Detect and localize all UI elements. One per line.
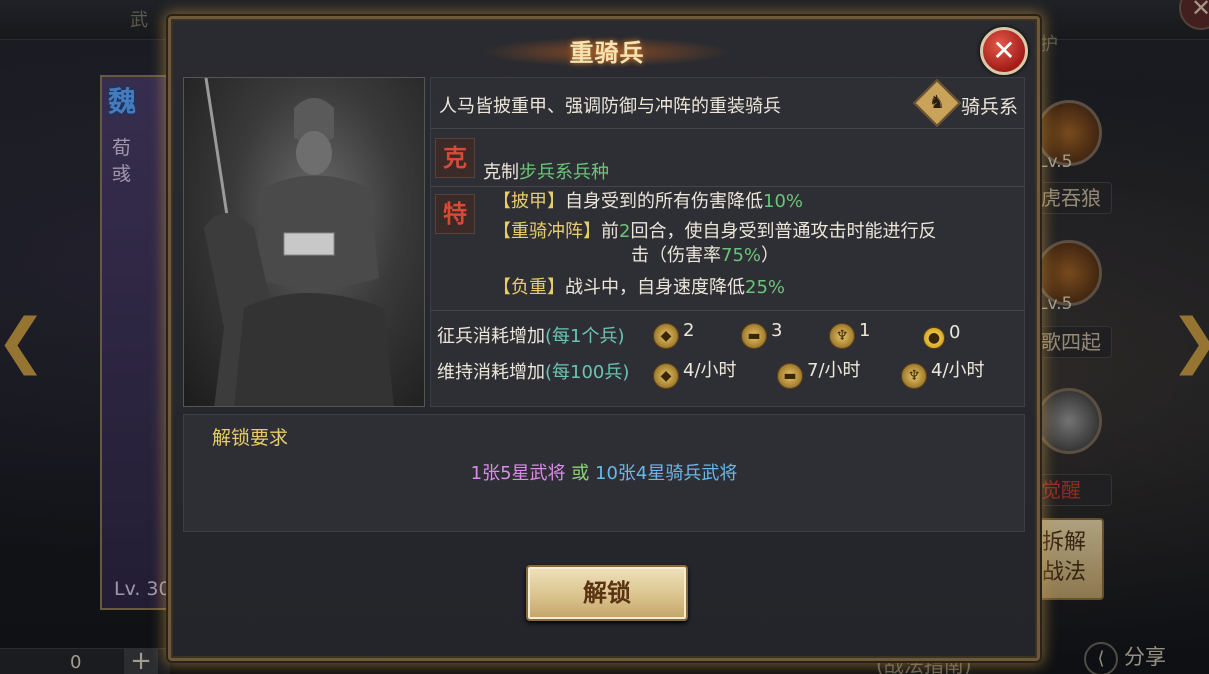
trait-name: 【负重】 xyxy=(493,277,565,298)
cavalry-type-icon: ♞ xyxy=(912,78,962,128)
requirement-or: 或 xyxy=(571,463,590,484)
recruit-cost-wood: ◆ 2 xyxy=(653,320,694,349)
trait-charge: 【重骑冲阵】前2回合，使自身受到普通攻击时能进行反 xyxy=(493,220,936,244)
trait-text: 前 xyxy=(601,221,619,242)
trait-value: 2 xyxy=(619,221,631,242)
grain-icon: ♆ xyxy=(901,363,927,389)
trait-charge-line2: 击（伤害率75%） xyxy=(631,244,779,268)
trait-burden: 【负重】战斗中，自身速度降低25% xyxy=(493,276,785,300)
recruit-cost-label: 征兵消耗增加(每1个兵) xyxy=(437,322,625,348)
troop-detail-dialog: 重骑兵 ✕ 人马皆披重甲、强调防御与冲阵的重装骑兵 ♞ 骑兵系 克 克制步兵系兵… xyxy=(168,16,1040,661)
upkeep-cost-label: 维持消耗增加(每100兵) xyxy=(437,358,629,384)
copper-coin-icon: ● xyxy=(923,327,945,349)
counter-target: 步兵系兵种 xyxy=(519,162,609,183)
cost-value: 0 xyxy=(949,322,961,343)
cost-value: 7/小时 xyxy=(807,360,861,381)
trait-text: 击（伤害率 xyxy=(631,245,721,266)
divider xyxy=(431,128,1024,129)
unlock-title: 解锁要求 xyxy=(212,427,289,449)
unlock-requirement: 1张5星武将 或 10张4星骑兵武将 xyxy=(184,459,1024,485)
trait-armor: 【披甲】自身受到的所有伤害降低10% xyxy=(493,190,803,214)
recruit-cost-grain: ♆ 1 xyxy=(829,320,870,349)
heavy-cavalry-illustration xyxy=(204,78,394,406)
recruit-unit: (每1个兵) xyxy=(545,326,625,347)
upkeep-label: 维持消耗增加 xyxy=(437,362,545,383)
wood-icon: ◆ xyxy=(653,363,679,389)
requirement-option-b: 10张4星骑兵武将 xyxy=(595,463,738,484)
cost-value: 4/小时 xyxy=(683,360,737,381)
cost-value: 2 xyxy=(683,320,695,341)
close-button[interactable]: ✕ xyxy=(980,27,1028,75)
recruit-label: 征兵消耗增加 xyxy=(437,326,545,347)
wood-icon: ◆ xyxy=(653,323,679,349)
troop-portrait xyxy=(183,77,425,407)
counter-badge: 克 xyxy=(435,138,475,178)
counter-text: 克制步兵系兵种 xyxy=(483,158,609,184)
upkeep-cost-iron: ▬ 7/小时 xyxy=(777,356,861,389)
trait-value: 25% xyxy=(745,277,786,298)
troop-type-label: 骑兵系 xyxy=(961,96,1019,118)
trait-name: 【披甲】 xyxy=(493,191,565,212)
trait-value: 75% xyxy=(721,245,762,266)
divider xyxy=(431,186,1024,187)
trait-text: 回合，使自身受到普通攻击时能进行反 xyxy=(630,221,937,242)
counter-prefix: 克制 xyxy=(483,162,519,183)
requirement-option-a: 1张5星武将 xyxy=(470,463,566,484)
unlock-requirements-panel: 解锁要求 1张5星武将 或 10张4星骑兵武将 xyxy=(183,414,1025,532)
unlock-button[interactable]: 解锁 xyxy=(526,565,688,621)
dialog-title: 重骑兵 xyxy=(569,39,645,67)
troop-info-panel: 人马皆披重甲、强调防御与冲阵的重装骑兵 ♞ 骑兵系 克 克制步兵系兵种 特 【披… xyxy=(430,77,1025,407)
recruit-cost-iron: ▬ 3 xyxy=(741,320,782,349)
iron-icon: ▬ xyxy=(777,363,803,389)
divider xyxy=(431,310,1024,311)
grain-icon: ♆ xyxy=(829,323,855,349)
cost-value: 3 xyxy=(771,320,783,341)
trait-value: 10% xyxy=(763,191,804,212)
trait-text: 自身受到的所有伤害降低 xyxy=(565,191,763,212)
trait-text: ） xyxy=(761,245,780,266)
upkeep-cost-grain: ♆ 4/小时 xyxy=(901,356,985,389)
trait-name: 【重骑冲阵】 xyxy=(493,221,601,242)
trait-text: 战斗中，自身速度降低 xyxy=(565,277,745,298)
iron-icon: ▬ xyxy=(741,323,767,349)
cost-value: 1 xyxy=(859,320,871,341)
cost-value: 4/小时 xyxy=(931,360,985,381)
trait-badge: 特 xyxy=(435,194,475,234)
upkeep-unit: (每100兵) xyxy=(545,362,630,383)
troop-description: 人马皆披重甲、强调防御与冲阵的重装骑兵 xyxy=(439,96,781,117)
recruit-cost-copper: ● 0 xyxy=(923,322,960,349)
upkeep-cost-wood: ◆ 4/小时 xyxy=(653,356,737,389)
